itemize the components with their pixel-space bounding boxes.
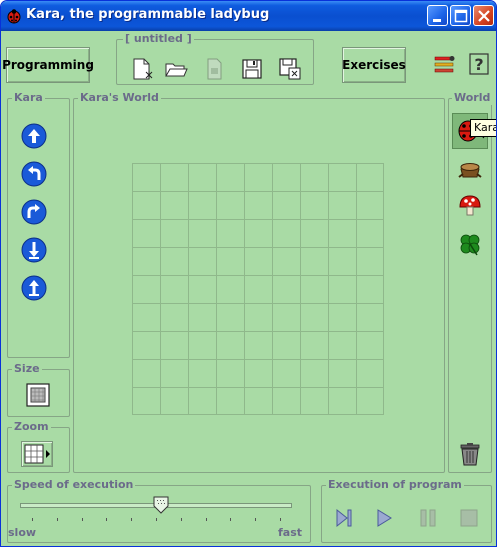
open-file-button[interactable]: [163, 56, 189, 82]
file-toolbar-group: [ untitled ]: [116, 32, 314, 85]
put-leaf-button[interactable]: [21, 237, 47, 263]
file-group-title: [ untitled ]: [123, 32, 194, 46]
clover-leaf-icon: [460, 234, 480, 256]
speed-panel: Speed of execution: [7, 478, 311, 543]
size-panel-title: Size: [12, 362, 42, 376]
mushroom-icon: [459, 195, 481, 216]
slider-tick: [32, 518, 33, 521]
window-title: Kara, the programmable ladybug: [26, 7, 270, 22]
kara-panel-title: Kara: [12, 91, 45, 105]
resize-grid-icon: [26, 383, 50, 407]
saved-file-button[interactable]: [201, 56, 227, 82]
slider-tick: [156, 518, 157, 521]
slider-tick: [255, 518, 257, 521]
turn-left-button[interactable]: [21, 161, 47, 187]
turn-right-icon: [21, 199, 47, 225]
maximize-icon: [454, 9, 468, 23]
speed-fast-label: fast: [278, 526, 303, 539]
zoom-panel-title: Zoom: [12, 420, 51, 434]
turn-left-icon: [21, 161, 47, 187]
save-as-icon: [279, 58, 301, 80]
zoom-dropdown[interactable]: [21, 441, 53, 467]
kara-window: Kara, the programmable ladybug Programmi…: [0, 0, 497, 547]
programming-button[interactable]: Programming: [2, 47, 94, 83]
ladybug-tooltip: Kara: [470, 119, 496, 137]
maximize-button[interactable]: [450, 5, 471, 26]
tree-stump-tool-button[interactable]: [457, 155, 483, 181]
remove-leaf-button[interactable]: [21, 275, 47, 301]
pause-icon: [420, 509, 436, 527]
stop-button[interactable]: [456, 505, 482, 531]
turn-right-button[interactable]: [21, 199, 47, 225]
leaf-tool-button[interactable]: [457, 231, 483, 257]
document-icon: [207, 58, 222, 80]
minimize-button[interactable]: [427, 5, 448, 26]
settings-button[interactable]: [432, 51, 458, 77]
speed-panel-title: Speed of execution: [12, 478, 136, 492]
tree-stump-icon: [458, 163, 482, 178]
tools-icon: [434, 56, 455, 73]
mushroom-tool-button[interactable]: [457, 193, 483, 219]
slider-tick: [280, 518, 281, 521]
play-button[interactable]: [371, 505, 397, 531]
trash-button[interactable]: [457, 441, 483, 467]
move-forward-icon: [21, 123, 47, 149]
slider-tick: [230, 518, 232, 521]
world-area-title: Kara's World: [78, 91, 161, 105]
play-icon: [377, 509, 392, 527]
save-button[interactable]: [239, 56, 265, 82]
floppy-disk-icon: [242, 59, 262, 79]
close-icon: [478, 10, 490, 22]
slider-tick: [131, 518, 133, 521]
client-area: Programming [ untitled ] Exercises ? Kar…: [2, 31, 493, 545]
world-palette-title: World: [452, 91, 493, 105]
pause-button[interactable]: [415, 505, 441, 531]
ladybug-app-icon: [7, 9, 21, 24]
move-forward-button[interactable]: [21, 123, 47, 149]
help-icon: ?: [469, 53, 489, 75]
slider-tick: [56, 518, 58, 521]
world-grid[interactable]: [132, 163, 384, 415]
open-folder-icon: [165, 63, 188, 77]
put-leaf-icon: [21, 237, 47, 263]
close-button[interactable]: [473, 5, 494, 26]
new-file-button[interactable]: [129, 56, 155, 82]
remove-leaf-icon: [21, 275, 47, 301]
exercises-button[interactable]: Exercises: [342, 47, 406, 83]
svg-text:?: ?: [474, 55, 483, 74]
slider-tick: [180, 518, 182, 521]
minimize-icon: [433, 19, 441, 22]
speed-slider-thumb[interactable]: [153, 496, 169, 514]
title-bar[interactable]: Kara, the programmable ladybug: [1, 1, 496, 31]
new-file-icon: [133, 58, 153, 80]
stop-icon: [460, 509, 478, 527]
world-size-button[interactable]: [25, 382, 51, 408]
speed-slow-label: slow: [8, 526, 37, 539]
trash-icon: [460, 443, 480, 466]
step-icon: [336, 508, 352, 528]
help-button[interactable]: ?: [466, 51, 492, 77]
slider-tick: [205, 518, 207, 521]
save-as-button[interactable]: [277, 56, 303, 82]
step-button[interactable]: [331, 505, 357, 531]
execution-panel-title: Execution of program: [326, 478, 464, 492]
zoom-grid-icon: [24, 444, 50, 464]
slider-tick: [81, 518, 83, 521]
slider-tick: [106, 518, 108, 521]
